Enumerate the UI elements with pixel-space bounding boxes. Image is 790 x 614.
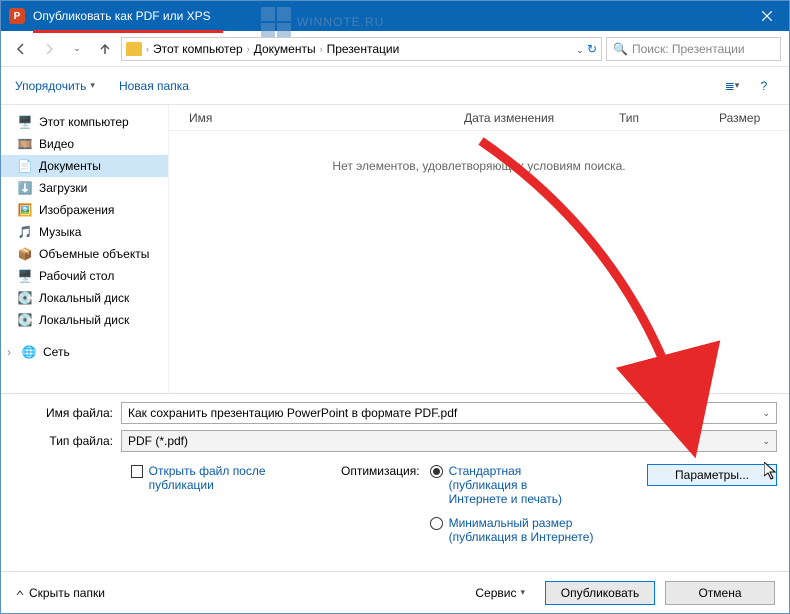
breadcrumb[interactable]: Документы	[254, 42, 316, 56]
radio-standard[interactable]	[430, 465, 443, 478]
chevron-down-icon: ⌄	[762, 436, 770, 447]
app-icon: P	[9, 8, 25, 24]
chevron-right-icon: ›	[247, 44, 250, 54]
folder-icon: 🎞️	[17, 136, 33, 152]
hide-folders-label: Скрыть папки	[29, 586, 105, 600]
chevron-down-icon: ⌄	[762, 408, 770, 419]
search-input[interactable]: 🔍 Поиск: Презентации	[606, 37, 781, 61]
chevron-up-icon	[15, 588, 25, 598]
sidebar-item[interactable]: 🎵 Музыка	[1, 221, 168, 243]
sidebar-item-label: Изображения	[39, 203, 114, 217]
tools-label: Сервис	[475, 586, 516, 600]
chevron-right-icon: ›	[146, 44, 149, 54]
optimization-label: Оптимизация:	[341, 464, 420, 544]
sidebar-item[interactable]: 📄 Документы	[1, 155, 168, 177]
folder-icon: 💽	[17, 312, 33, 328]
folder-icon: 📦	[17, 246, 33, 262]
publish-label: Опубликовать	[561, 586, 639, 600]
folder-icon	[126, 42, 142, 56]
filename-input[interactable]: Как сохранить презентацию PowerPoint в ф…	[121, 402, 777, 424]
cancel-label: Отмена	[698, 586, 741, 600]
sidebar-item[interactable]: 💽 Локальный диск	[1, 287, 168, 309]
column-name[interactable]: Имя	[169, 111, 444, 125]
sidebar-item-label: Видео	[39, 137, 74, 151]
new-folder-button[interactable]: Новая папка	[119, 79, 189, 93]
new-folder-label: Новая папка	[119, 79, 189, 93]
sidebar-item[interactable]: 🖥️ Этот компьютер	[1, 111, 168, 133]
back-button[interactable]	[9, 37, 33, 61]
filename-value: Как сохранить презентацию PowerPoint в ф…	[128, 406, 457, 420]
folder-icon: 💽	[17, 290, 33, 306]
sidebar-item-label: Загрузки	[39, 181, 87, 195]
refresh-button[interactable]: ⌄ ↻	[576, 42, 597, 56]
folder-icon: ⬇️	[17, 180, 33, 196]
sidebar-item[interactable]: 🖥️ Рабочий стол	[1, 265, 168, 287]
sidebar-item-label: Этот компьютер	[39, 115, 129, 129]
sidebar-item-label: Сеть	[43, 345, 70, 359]
window-title: Опубликовать как PDF или XPS	[33, 9, 744, 23]
radio-minimal-label[interactable]: Минимальный размер (публикация в Интерне…	[449, 516, 599, 544]
folder-icon: 🖥️	[17, 114, 33, 130]
filetype-value: PDF (*.pdf)	[128, 434, 188, 448]
sidebar-item-label: Локальный диск	[39, 291, 129, 305]
radio-minimal[interactable]	[430, 517, 443, 530]
chevron-down-icon: ▾	[90, 80, 95, 91]
close-button[interactable]	[744, 1, 789, 31]
search-placeholder: Поиск: Презентации	[632, 42, 745, 56]
filetype-select[interactable]: PDF (*.pdf) ⌄	[121, 430, 777, 452]
sidebar-item-network[interactable]: 🌐 Сеть	[1, 341, 168, 363]
breadcrumb[interactable]: Презентации	[327, 42, 400, 56]
column-headers: Имя Дата изменения Тип Размер	[169, 105, 789, 131]
filetype-label: Тип файла:	[13, 434, 121, 448]
help-button[interactable]: ?	[753, 75, 775, 97]
search-icon: 🔍	[613, 42, 628, 56]
folder-icon: 🖼️	[17, 202, 33, 218]
folder-icon: 🖥️	[17, 268, 33, 284]
up-button[interactable]	[93, 37, 117, 61]
folder-icon: 📄	[17, 158, 33, 174]
annotation-underline	[33, 30, 223, 33]
open-after-label[interactable]: Открыть файл после публикации	[149, 464, 311, 492]
sidebar-item-label: Документы	[39, 159, 101, 173]
arrow-left-icon	[14, 42, 28, 56]
filename-label: Имя файла:	[13, 406, 121, 420]
sidebar-item[interactable]: 🎞️ Видео	[1, 133, 168, 155]
radio-standard-label[interactable]: Стандартная (публикация в Интернете и пе…	[449, 464, 579, 506]
sidebar-item-label: Музыка	[39, 225, 81, 239]
sidebar-item[interactable]: 📦 Объемные объекты	[1, 243, 168, 265]
view-options-button[interactable]: ≣ ▾	[721, 75, 743, 97]
parameters-label: Параметры...	[675, 468, 749, 482]
parameters-button[interactable]: Параметры...	[647, 464, 777, 486]
column-date[interactable]: Дата изменения	[444, 111, 599, 125]
cancel-button[interactable]: Отмена	[665, 581, 775, 605]
arrow-right-icon	[42, 42, 56, 56]
sidebar-item[interactable]: 🖼️ Изображения	[1, 199, 168, 221]
close-icon	[762, 11, 772, 21]
sidebar-item-label: Локальный диск	[39, 313, 129, 327]
column-type[interactable]: Тип	[599, 111, 699, 125]
open-after-checkbox[interactable]	[131, 465, 143, 478]
chevron-down-icon: ⌄	[73, 43, 81, 54]
column-size[interactable]: Размер	[699, 111, 769, 125]
arrow-up-icon	[98, 42, 112, 56]
recent-button[interactable]: ⌄	[65, 37, 89, 61]
sidebar: 🖥️ Этот компьютер 🎞️ Видео 📄 Документы ⬇️ Загру…	[1, 105, 168, 393]
network-icon: 🌐	[21, 344, 37, 360]
tools-menu[interactable]: Сервис ▾	[475, 586, 525, 600]
sidebar-item-label: Рабочий стол	[39, 269, 114, 283]
hide-folders-button[interactable]: Скрыть папки	[15, 586, 105, 600]
organize-label: Упорядочить	[15, 79, 86, 93]
sidebar-item[interactable]: 💽 Локальный диск	[1, 309, 168, 331]
chevron-down-icon: ▾	[520, 587, 525, 598]
forward-button[interactable]	[37, 37, 61, 61]
chevron-right-icon: ›	[320, 44, 323, 54]
empty-message: Нет элементов, удовлетворяющих условиям …	[169, 159, 789, 173]
folder-icon: 🎵	[17, 224, 33, 240]
breadcrumb[interactable]: Этот компьютер	[153, 42, 243, 56]
sidebar-item[interactable]: ⬇️ Загрузки	[1, 177, 168, 199]
publish-button[interactable]: Опубликовать	[545, 581, 655, 605]
sidebar-item-label: Объемные объекты	[39, 247, 149, 261]
address-bar[interactable]: › Этот компьютер › Документы › Презентац…	[121, 37, 602, 61]
organize-menu[interactable]: Упорядочить ▾	[15, 79, 95, 93]
